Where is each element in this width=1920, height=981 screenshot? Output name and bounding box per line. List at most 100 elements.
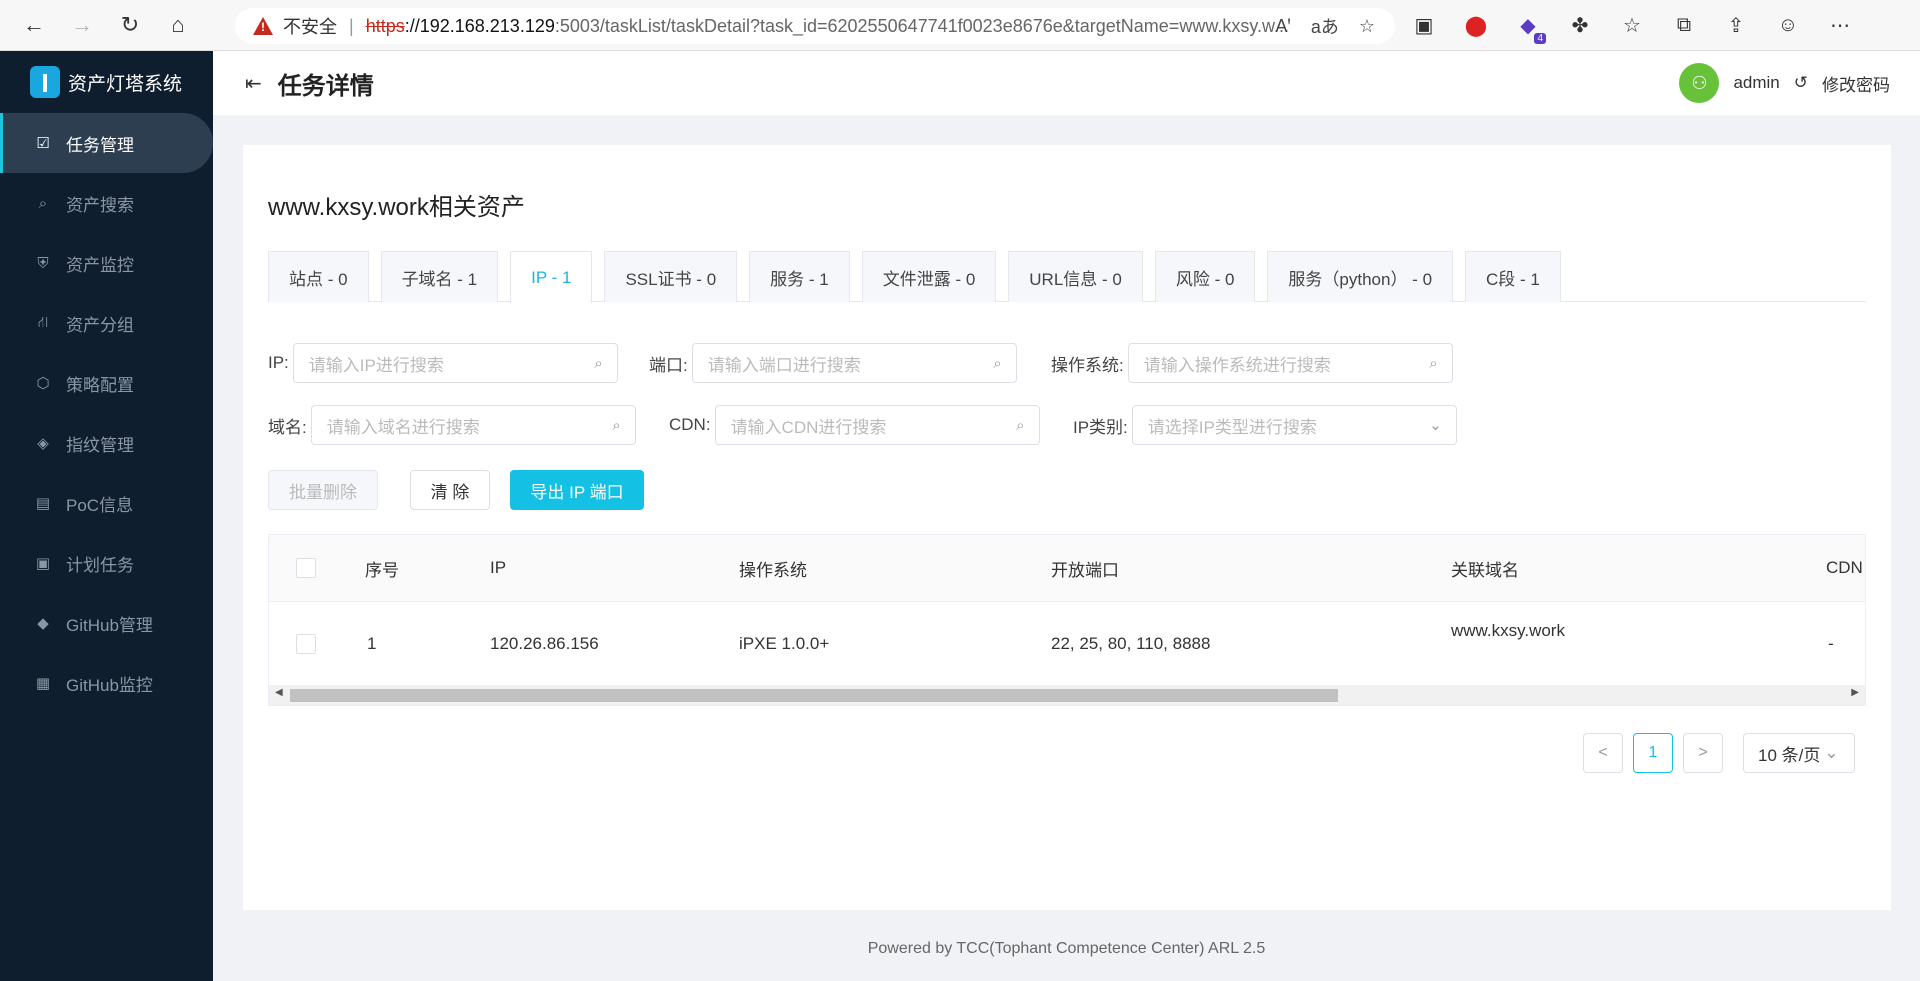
collapse-menu-icon[interactable]: ⇤: [245, 71, 262, 96]
sidebar-item[interactable]: ▦ GitHub监控: [0, 653, 213, 713]
sidebar-item-label: 资产搜索: [66, 195, 134, 215]
page-1-button[interactable]: 1: [1633, 733, 1673, 773]
sidebar-item-label: GitHub监控: [66, 675, 153, 695]
sidebar-item-label: 指纹管理: [66, 435, 134, 455]
scroll-thumb[interactable]: [290, 689, 1338, 702]
sidebar-item[interactable]: ⌕ 资产搜索: [0, 173, 213, 233]
extension-gem-icon[interactable]: ◆ 4: [1514, 12, 1546, 44]
search-icon[interactable]: ⌕: [1016, 417, 1024, 434]
menu-icon: ⌕: [38, 194, 48, 212]
extension-icon[interactable]: ▣: [1410, 12, 1438, 40]
change-password-link[interactable]: 修改密码: [1822, 71, 1890, 96]
collections-icon[interactable]: ⧉: [1670, 12, 1698, 40]
favorites-icon[interactable]: ☆: [1618, 12, 1646, 40]
row-cdn: -: [1828, 634, 1834, 653]
iptype-label: IP类别:: [1073, 417, 1128, 437]
tab[interactable]: IP - 1: [510, 251, 593, 303]
refresh-icon[interactable]: ↻: [106, 0, 154, 51]
os-search-input[interactable]: 请输入操作系统进行搜索 ⌕: [1127, 343, 1453, 383]
adblock-icon[interactable]: ⬤: [1462, 12, 1490, 40]
home-icon[interactable]: ⌂: [154, 0, 202, 51]
sidebar-item[interactable]: ▣ 计划任务: [0, 533, 213, 593]
column-header[interactable]: 开放端口: [1051, 535, 1119, 601]
tab[interactable]: 站点 - 0: [268, 251, 369, 302]
batch-delete-button[interactable]: 批量删除: [268, 470, 378, 510]
menu-icon: ⛨: [37, 254, 49, 272]
asset-tabs: 站点 - 0 子域名 - 1 IP - 1 SSL证书 - 0 服务 - 1 文件泄露 -…: [268, 251, 1866, 303]
tab[interactable]: 服务 - 1: [749, 251, 850, 302]
tab[interactable]: SSL证书 - 0: [604, 251, 738, 302]
clear-button[interactable]: 清 除: [410, 470, 490, 510]
logout-icon[interactable]: ↺: [1794, 73, 1808, 93]
back-icon[interactable]: ←: [10, 0, 58, 51]
tab[interactable]: 子域名 - 1: [380, 251, 499, 302]
sidebar-item[interactable]: ⬡ 策略配置: [0, 353, 213, 413]
chevron-down-icon: ⌄: [1824, 743, 1839, 762]
port-label: 端口:: [649, 355, 688, 375]
select-all-checkbox[interactable]: [296, 558, 316, 578]
row-index: 1: [367, 634, 377, 653]
username[interactable]: admin: [1733, 73, 1779, 93]
page-size-select[interactable]: 10 条/页 ⌄: [1743, 733, 1855, 773]
user-area: ⚇ admin ↺ 修改密码: [1679, 63, 1890, 103]
profile-icon[interactable]: ☺: [1774, 12, 1802, 40]
footer: Powered by TCC(Tophant Competence Center…: [867, 940, 1266, 957]
sidebar-item[interactable]: ⛙ 资产分组: [0, 293, 213, 353]
domain-search-input[interactable]: 请输入域名进行搜索 ⌕: [310, 405, 636, 445]
address-bar[interactable]: ! 不安全 | https ://192.168.213.129 :5003/t…: [235, 8, 1395, 44]
read-aloud-icon[interactable]: Aꞌ: [1275, 16, 1290, 37]
translate-icon[interactable]: aあ: [1311, 13, 1339, 39]
tab[interactable]: URL信息 - 0: [1008, 251, 1143, 302]
tab[interactable]: 服务（python） - 0: [1267, 251, 1454, 302]
tab[interactable]: C段 - 1: [1465, 251, 1561, 302]
avatar[interactable]: ⚇: [1679, 63, 1720, 103]
column-header[interactable]: 序号: [365, 535, 399, 601]
ip-search-input[interactable]: 请输入IP进行搜索 ⌕: [292, 343, 618, 383]
port-search-input[interactable]: 请输入端口进行搜索 ⌕: [691, 343, 1017, 383]
domain-label: 域名:: [268, 417, 307, 437]
table-row[interactable]: 1 120.26.86.156 iPXE 1.0.0+ 22, 25, 80, …: [269, 602, 1865, 686]
sidebar-item[interactable]: ▤ PoC信息: [0, 473, 213, 533]
url-path: :5003/taskList/taskDetail?task_id=620255…: [554, 15, 1290, 36]
sidebar-item[interactable]: ◆ GitHub管理: [0, 593, 213, 653]
more-icon[interactable]: ⋯: [1826, 12, 1854, 40]
content-card: www.kxsy.work相关资产 站点 - 0 子域名 - 1 IP - 1 SSL…: [243, 145, 1891, 910]
row-checkbox[interactable]: [296, 634, 316, 654]
menu-icon: ◆: [37, 615, 49, 632]
scroll-right-icon[interactable]: ▶: [1851, 687, 1859, 698]
column-header[interactable]: CDN: [1826, 535, 1863, 601]
search-icon[interactable]: ⌕: [993, 355, 1001, 372]
url-host: ://192.168.213.129: [404, 15, 555, 36]
sidebar-item[interactable]: ⛨ 资产监控: [0, 233, 213, 293]
sidebar-item[interactable]: ☑ 任务管理: [0, 113, 213, 173]
tab[interactable]: 文件泄露 - 0: [861, 251, 997, 302]
cdn-search-input[interactable]: 请输入CDN进行搜索 ⌕: [714, 405, 1040, 445]
column-header[interactable]: 操作系统: [739, 535, 807, 601]
sidebar-item-label: 资产分组: [66, 315, 134, 335]
sidebar: 资产灯塔系统 ☑ 任务管理 ⌕ 资产搜索 ⛨ 资产监控 ⛙ 资产分组 ⬡ 策略配置 ◈ 指纹管理 ▤ Po…: [0, 51, 213, 981]
favorite-add-icon[interactable]: ☆: [1359, 16, 1375, 37]
search-icon[interactable]: ⌕: [1429, 355, 1437, 372]
sidebar-item-label: 策略配置: [66, 375, 134, 395]
chevron-down-icon: ⌄: [1429, 417, 1442, 434]
brand[interactable]: 资产灯塔系统: [0, 51, 213, 113]
search-icon[interactable]: ⌕: [594, 355, 602, 372]
sidebar-item[interactable]: ◈ 指纹管理: [0, 413, 213, 473]
tab[interactable]: 风险 - 0: [1154, 251, 1256, 302]
horizontal-scrollbar[interactable]: ◀ ▶: [269, 685, 1865, 705]
address-separator: |: [349, 15, 354, 36]
search-icon[interactable]: ⌕: [612, 417, 620, 434]
menu-icon: ⛙: [37, 313, 49, 331]
prev-page-button[interactable]: <: [1583, 733, 1623, 773]
row-os: iPXE 1.0.0+: [739, 634, 830, 653]
menu-icon: ▦: [35, 675, 51, 692]
extensions-icon[interactable]: ✤: [1566, 12, 1594, 40]
forward-icon[interactable]: →: [58, 0, 106, 51]
next-page-button[interactable]: >: [1683, 733, 1723, 773]
column-header[interactable]: IP: [490, 535, 506, 601]
export-ip-port-button[interactable]: 导出 IP 端口: [510, 470, 644, 510]
iptype-select[interactable]: 请选择IP类型进行搜索 ⌄: [1131, 405, 1457, 445]
scroll-left-icon[interactable]: ◀: [275, 687, 283, 698]
column-header[interactable]: 关联域名: [1451, 535, 1519, 601]
share-icon[interactable]: ⇪: [1722, 12, 1750, 40]
